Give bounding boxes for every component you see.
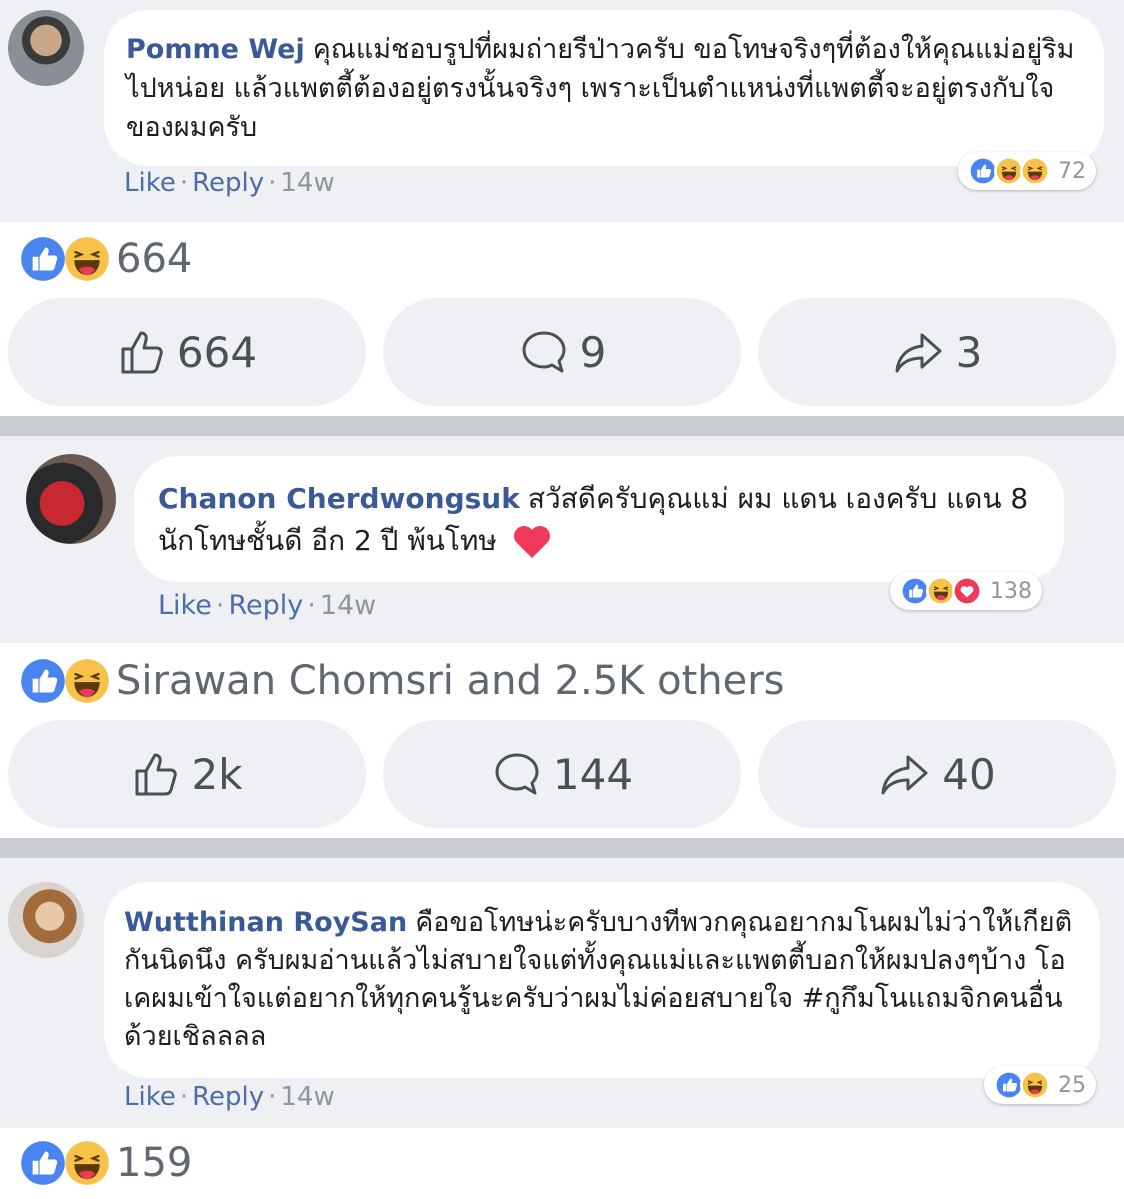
thumbs-up-icon xyxy=(121,331,163,374)
comment-panel: Pomme Wej คุณแม่ชอบรูปที่ผมถ่ายรีป่าวครับ… xyxy=(0,0,1124,222)
comment-like-link[interactable]: Like xyxy=(124,168,176,198)
share-icon xyxy=(895,333,942,373)
comment-author[interactable]: Chanon Cherdwongsuk xyxy=(158,482,520,515)
comment-reply-link[interactable]: Reply xyxy=(228,590,303,621)
post-divider xyxy=(0,416,1124,436)
share-count: 3 xyxy=(955,327,983,377)
comment-icon xyxy=(495,753,539,795)
reaction-summary-count: 664 xyxy=(116,236,193,282)
comment-reactions[interactable]: 138 xyxy=(890,572,1042,610)
comment-bubble: Wutthinan RoySan คือขอโทษน่ะครับบางทีพวกค… xyxy=(104,882,1100,1078)
reaction-summary[interactable]: 159 xyxy=(20,1138,192,1188)
comment-like-link[interactable]: Like xyxy=(158,590,212,621)
comment-bubble: Pomme Wej คุณแม่ชอบรูปที่ผมถ่ายรีป่าวครับ… xyxy=(104,10,1104,166)
comment-count: 144 xyxy=(552,749,634,799)
comment-meta: Like · Reply · 14w xyxy=(124,1082,335,1112)
haha-icon xyxy=(64,236,110,282)
comment-button[interactable]: 9 xyxy=(383,298,741,406)
comment-reactions[interactable]: 25 xyxy=(984,1066,1096,1104)
comment-panel: Wutthinan RoySan คือขอโทษน่ะครับบางทีพวกค… xyxy=(0,858,1124,1128)
comment-reply-link[interactable]: Reply xyxy=(192,1082,264,1112)
action-bar: 2k 144 40 xyxy=(0,720,1124,828)
heart-emoji-icon xyxy=(513,526,550,558)
share-count: 40 xyxy=(942,749,996,799)
reaction-summary-count: 159 xyxy=(116,1140,193,1186)
comment-meta: Like · Reply · 14w xyxy=(124,168,335,198)
reaction-summary[interactable]: Sirawan Chomsri and 2.5K others xyxy=(20,656,785,706)
share-button[interactable]: 40 xyxy=(758,720,1116,828)
comment-age: 14w xyxy=(319,590,377,621)
avatar[interactable] xyxy=(8,10,84,86)
thumbs-up-icon xyxy=(135,753,178,796)
haha-icon xyxy=(64,658,110,704)
reaction-count: 138 xyxy=(990,578,1032,604)
like-count: 664 xyxy=(176,327,258,377)
share-icon xyxy=(881,755,928,795)
comment-meta: Like · Reply · 14w xyxy=(158,590,377,621)
like-icon xyxy=(20,658,66,704)
comment-reactions[interactable]: 72 xyxy=(958,152,1096,190)
comment-button[interactable]: 144 xyxy=(383,720,741,828)
haha-icon xyxy=(1020,156,1050,186)
avatar[interactable] xyxy=(8,882,84,958)
like-icon xyxy=(20,1140,66,1186)
reaction-summary-text: Sirawan Chomsri and 2.5K others xyxy=(116,658,785,704)
comment-age: 14w xyxy=(280,1082,335,1112)
share-button[interactable]: 3 xyxy=(758,298,1116,406)
post-divider xyxy=(0,838,1124,858)
comment-count: 9 xyxy=(579,327,607,377)
comment-like-link[interactable]: Like xyxy=(124,1082,176,1112)
like-button[interactable]: 2k xyxy=(8,720,366,828)
reaction-count: 25 xyxy=(1058,1072,1086,1098)
reaction-count: 72 xyxy=(1058,158,1086,184)
like-button[interactable]: 664 xyxy=(8,298,366,406)
comment-age: 14w xyxy=(280,168,335,198)
comment-bubble: Chanon Cherdwongsuk สวัสดีครับคุณแม่ ผม แ… xyxy=(134,456,1064,582)
comment-author[interactable]: Wutthinan RoySan xyxy=(124,907,407,938)
comment-panel: Chanon Cherdwongsuk สวัสดีครับคุณแม่ ผม แ… xyxy=(0,436,1124,643)
like-count: 2k xyxy=(191,749,243,799)
love-icon xyxy=(952,576,982,606)
comment-reply-link[interactable]: Reply xyxy=(192,168,264,198)
comment-author[interactable]: Pomme Wej xyxy=(126,34,305,65)
like-icon xyxy=(20,236,66,282)
comment-icon xyxy=(522,331,566,373)
avatar[interactable] xyxy=(26,454,116,544)
action-bar: 664 9 3 xyxy=(0,298,1124,406)
haha-icon xyxy=(64,1140,110,1186)
haha-icon xyxy=(1020,1070,1050,1100)
reaction-summary[interactable]: 664 xyxy=(20,234,192,284)
